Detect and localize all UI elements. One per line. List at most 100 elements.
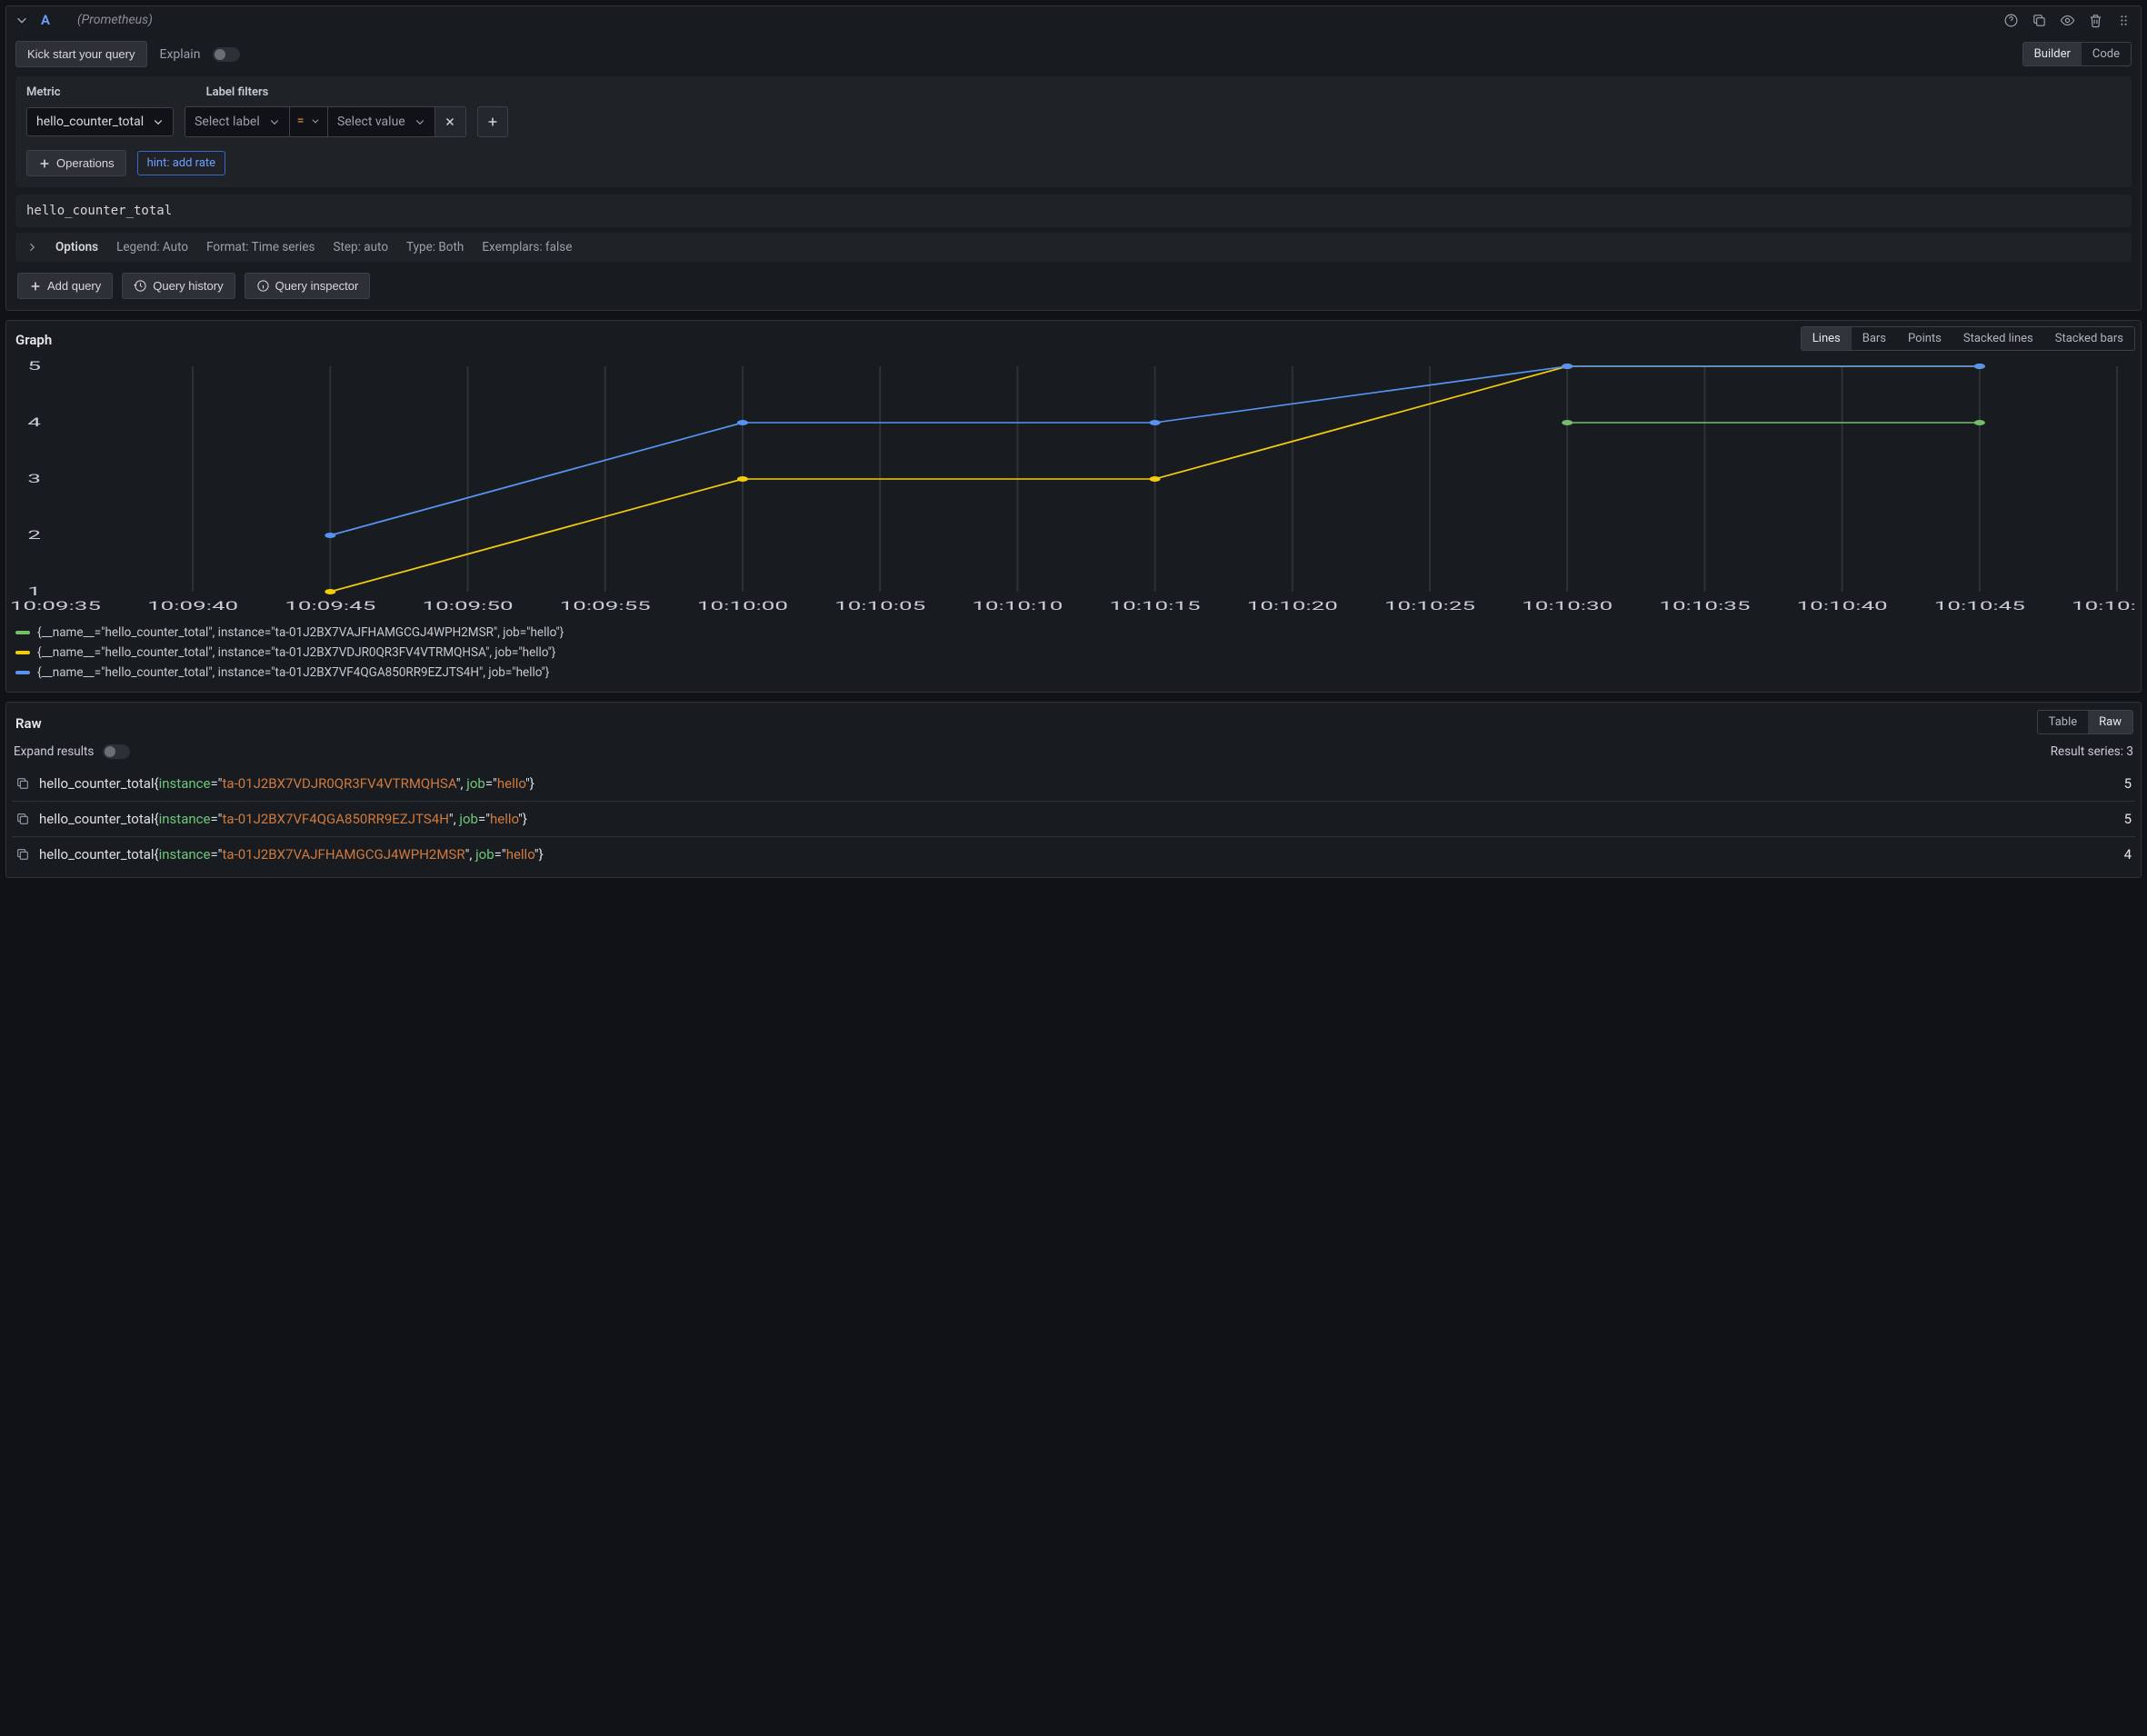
svg-text:10:10:45: 10:10:45 xyxy=(1934,600,2025,614)
query-history-button[interactable]: Query history xyxy=(122,273,235,299)
chevron-down-icon xyxy=(414,116,425,127)
raw-metric-expr: hello_counter_total{instance="ta-01J2BX7… xyxy=(39,775,534,792)
svg-text:10:10:40: 10:10:40 xyxy=(1797,600,1888,614)
plus-icon xyxy=(29,280,42,293)
svg-text:10:09:50: 10:09:50 xyxy=(423,600,514,614)
legend-swatch xyxy=(15,671,30,674)
legend-swatch xyxy=(15,651,30,654)
options-label: Options xyxy=(55,240,98,254)
legend-label: {__name__="hello_counter_total", instanc… xyxy=(37,665,549,680)
raw-value: 4 xyxy=(2124,846,2132,863)
copy-icon[interactable] xyxy=(15,812,30,826)
operator-select[interactable]: = xyxy=(290,106,327,137)
explain-label: Explain xyxy=(160,47,201,62)
svg-text:10:10:20: 10:10:20 xyxy=(1247,600,1338,614)
svg-text:10:09:40: 10:09:40 xyxy=(147,600,238,614)
raw-result-row: hello_counter_total{instance="ta-01J2BX7… xyxy=(12,766,2135,801)
svg-text:2: 2 xyxy=(27,529,41,543)
svg-text:10:10:00: 10:10:00 xyxy=(697,600,788,614)
svg-text:4: 4 xyxy=(27,416,41,430)
raw-result-list: hello_counter_total{instance="ta-01J2BX7… xyxy=(6,766,2141,877)
eye-icon[interactable] xyxy=(2060,13,2075,28)
chevron-down-icon xyxy=(269,116,280,127)
drag-handle-icon[interactable] xyxy=(2116,13,2132,28)
copy-icon[interactable] xyxy=(15,847,30,862)
svg-text:1: 1 xyxy=(27,585,41,599)
raw-panel: Raw TableRaw Expand results Result serie… xyxy=(5,702,2142,878)
svg-text:5: 5 xyxy=(27,361,41,374)
svg-text:10:10:25: 10:10:25 xyxy=(1384,600,1475,614)
graph-mode-stacked-bars[interactable]: Stacked bars xyxy=(2044,327,2134,350)
svg-text:10:10:05: 10:10:05 xyxy=(834,600,925,614)
remove-filter-button[interactable] xyxy=(435,106,466,137)
editor-mode-segmented: Builder Code xyxy=(2022,42,2132,66)
mode-code[interactable]: Code xyxy=(2082,43,2131,65)
graph-mode-points[interactable]: Points xyxy=(1897,327,1952,350)
graph-panel: Graph LinesBarsPointsStacked linesStacke… xyxy=(5,320,2142,693)
raw-mode-table[interactable]: Table xyxy=(2038,711,2088,733)
graph-mode-segmented: LinesBarsPointsStacked linesStacked bars xyxy=(1801,326,2135,351)
svg-text:10:10:35: 10:10:35 xyxy=(1659,600,1750,614)
expand-results-label: Expand results xyxy=(14,744,94,759)
legend-item[interactable]: {__name__="hello_counter_total", instanc… xyxy=(15,623,2132,643)
svg-text:10:09:45: 10:09:45 xyxy=(285,600,375,614)
query-inspector-button[interactable]: Query inspector xyxy=(245,273,371,299)
raw-result-row: hello_counter_total{instance="ta-01J2BX7… xyxy=(12,801,2135,836)
help-icon[interactable] xyxy=(2003,13,2019,28)
raw-mode-raw[interactable]: Raw xyxy=(2088,711,2132,733)
label-key-select[interactable]: Select label xyxy=(185,106,290,137)
svg-text:10:10:15: 10:10:15 xyxy=(1110,600,1201,614)
chart: 1 2 3 4 5 10:09:35 10:09:40 10:09:45 10:09:50 10:… xyxy=(12,361,2135,615)
graph-title: Graph xyxy=(12,324,55,352)
legend-swatch xyxy=(15,631,30,634)
label-filters-heading: Label filters xyxy=(206,85,269,99)
graph-mode-lines[interactable]: Lines xyxy=(1802,327,1852,350)
label-value-select[interactable]: Select value xyxy=(327,106,435,137)
graph-mode-stacked-lines[interactable]: Stacked lines xyxy=(1952,327,2044,350)
operations-button[interactable]: Operations xyxy=(26,150,126,176)
query-row-header: A (Prometheus) xyxy=(6,6,2141,34)
svg-text:10:09:55: 10:09:55 xyxy=(560,600,651,614)
svg-text:10:10:50: 10:10:50 xyxy=(2072,600,2135,614)
trash-icon[interactable] xyxy=(2088,13,2103,28)
legend-item[interactable]: {__name__="hello_counter_total", instanc… xyxy=(15,643,2132,663)
chevron-right-icon xyxy=(26,242,37,253)
query-panel: A (Prometheus) Kick start your query Exp… xyxy=(5,5,2142,311)
add-query-button[interactable]: Add query xyxy=(17,273,113,299)
svg-text:3: 3 xyxy=(27,473,41,486)
raw-value: 5 xyxy=(2124,775,2132,792)
info-icon xyxy=(256,279,270,293)
metric-heading: Metric xyxy=(26,85,61,99)
svg-text:10:09:35: 10:09:35 xyxy=(12,600,101,614)
step-option: Step: auto xyxy=(333,240,388,254)
raw-metric-expr: hello_counter_total{instance="ta-01J2BX7… xyxy=(39,846,544,863)
raw-value: 5 xyxy=(2124,811,2132,827)
kick-start-button[interactable]: Kick start your query xyxy=(15,41,147,67)
copy-icon[interactable] xyxy=(2032,13,2047,28)
legend-item[interactable]: {__name__="hello_counter_total", instanc… xyxy=(15,663,2132,683)
graph-mode-bars[interactable]: Bars xyxy=(1852,327,1897,350)
exemplars-option: Exemplars: false xyxy=(482,240,572,254)
expand-results-toggle[interactable] xyxy=(103,744,130,759)
chevron-down-icon[interactable] xyxy=(15,14,28,26)
metric-value: hello_counter_total xyxy=(36,115,144,129)
query-options-row[interactable]: Options Legend: Auto Format: Time series… xyxy=(15,233,2132,262)
chart-legend: {__name__="hello_counter_total", instanc… xyxy=(6,619,2141,692)
close-icon xyxy=(444,115,456,128)
legend-label: {__name__="hello_counter_total", instanc… xyxy=(37,645,556,660)
query-toolbar: Kick start your query Explain Builder Co… xyxy=(15,34,2132,76)
add-filter-button[interactable] xyxy=(477,106,508,137)
metric-select[interactable]: hello_counter_total xyxy=(26,107,174,136)
explain-toggle[interactable] xyxy=(213,47,240,62)
legend-label: {__name__="hello_counter_total", instanc… xyxy=(37,625,564,640)
copy-icon[interactable] xyxy=(15,776,30,791)
label-filter-group: Select label = Select value xyxy=(185,106,466,137)
chevron-down-icon xyxy=(153,116,164,127)
plus-icon xyxy=(38,157,51,170)
mode-builder[interactable]: Builder xyxy=(2023,43,2082,65)
hint-add-rate[interactable]: hint: add rate xyxy=(137,151,225,175)
format-option: Format: Time series xyxy=(206,240,315,254)
raw-title: Raw xyxy=(12,708,45,735)
history-icon xyxy=(134,279,147,293)
result-series-count: Result series: 3 xyxy=(2051,744,2133,759)
